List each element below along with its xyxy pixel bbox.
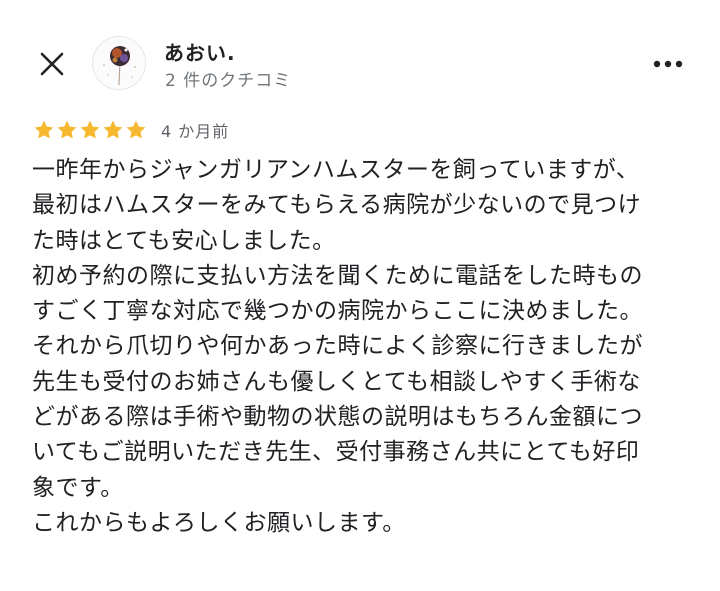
more-options-button[interactable]: [648, 46, 688, 82]
star-icon: [126, 120, 146, 139]
star-icon: [34, 120, 54, 139]
rating-row: 4 か月前: [33, 118, 229, 142]
review-text-line: た時はとても安心しました。: [32, 227, 336, 254]
avatar-image: [93, 37, 145, 89]
close-button[interactable]: [32, 44, 72, 84]
review-text-line: 初め予約の際に支払い方法を聞くために電話をした時もの: [32, 262, 643, 289]
review-text: 一昨年からジャンガリアンハムスターを飼っていますが、 最初はハムスターをみてもらえ…: [32, 153, 712, 541]
star-icon: [103, 120, 123, 139]
review-text-line: 先生も受付のお姉さんも優しくとても相談しやすく手術な: [32, 368, 641, 395]
review-dialog: あおい. 2 件のクチコミ 4 か月前 一昨年からジャンガリアンハムスターを飼っ…: [0, 0, 720, 591]
review-text-line: どがある際は手術や動物の状態の説明はもちろん金額につ: [32, 404, 643, 431]
avatar[interactable]: [92, 36, 146, 90]
star-rating: [33, 119, 147, 141]
close-icon: [40, 52, 64, 76]
review-text-line: いてもご説明いただき先生、受付事務さん共にとても好印: [32, 439, 640, 466]
review-text-line: すごく丁寧な対応で幾つかの病院からここに決めました。: [32, 298, 643, 325]
reviewer-name[interactable]: あおい.: [164, 37, 236, 66]
star-icon: [57, 120, 77, 139]
review-text-line: これからもよろしくお願いします。: [32, 509, 406, 536]
review-text-line: 最初はハムスターをみてもらえる病院が少ないので見つけ: [32, 192, 642, 219]
star-icon: [80, 120, 100, 139]
reviewer-review-count[interactable]: 2 件のクチコミ: [165, 66, 291, 91]
more-vert-icon: [653, 60, 683, 68]
review-time: 4 か月前: [161, 122, 230, 141]
review-text-line: 一昨年からジャンガリアンハムスターを飼っていますが、: [32, 157, 640, 183]
review-text-line: 象です。: [32, 474, 124, 501]
review-text-line: それから爪切りや何かあった時によく診察に行きましたが: [32, 333, 643, 360]
